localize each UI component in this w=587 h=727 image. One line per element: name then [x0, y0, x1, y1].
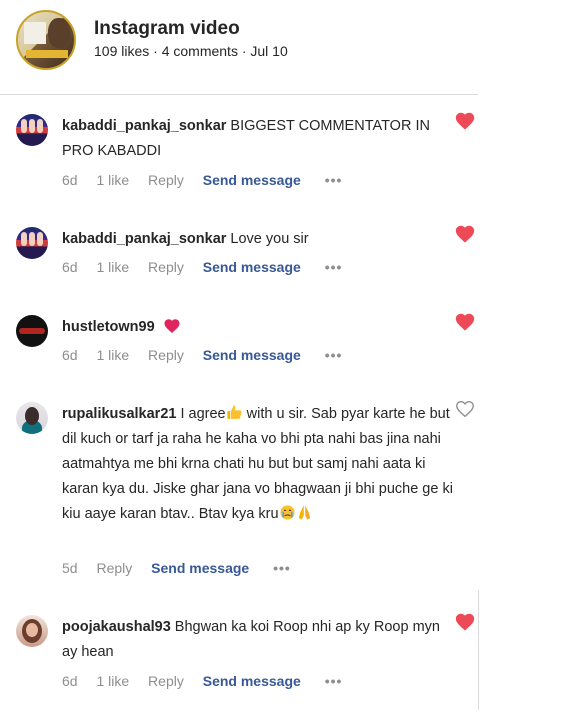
comment-username[interactable]: kabaddi_pankaj_sonkar	[62, 231, 226, 247]
comment-actions: 6d 1 like Reply Send message •••	[62, 172, 357, 188]
comment-body: kabaddi_pankaj_sonkar Love you sir	[62, 227, 454, 252]
more-icon[interactable]: •••	[325, 259, 343, 275]
comment-time: 6d	[62, 673, 78, 689]
send-message-button[interactable]: Send message	[203, 172, 301, 188]
comment-time: 6d	[62, 347, 78, 363]
avatar[interactable]	[16, 227, 48, 259]
post-meta: 109 likes · 4 comments · Jul 10	[94, 43, 288, 59]
folded-hands-emoji-icon	[298, 505, 310, 520]
comment-username[interactable]: hustletown99	[62, 319, 155, 335]
like-count[interactable]: 1 like	[96, 673, 129, 689]
heart-outline-icon[interactable]	[454, 398, 476, 420]
heart-icon[interactable]	[454, 611, 476, 633]
reply-button[interactable]: Reply	[148, 259, 184, 275]
reply-button[interactable]: Reply	[148, 172, 184, 188]
more-icon[interactable]: •••	[325, 172, 343, 188]
panel-edge	[478, 590, 479, 710]
post-avatar[interactable]	[16, 10, 76, 70]
like-count[interactable]: 1 like	[96, 172, 129, 188]
comment-time: 6d	[62, 259, 78, 275]
comment-actions: 6d 1 like Reply Send message •••	[62, 347, 357, 363]
crying-face-emoji-icon	[279, 505, 295, 520]
comment-body: rupalikusalkar21 I agree with u sir. Sab …	[62, 402, 454, 527]
send-message-button[interactable]: Send message	[203, 259, 301, 275]
comment-time: 5d	[62, 560, 78, 576]
more-icon[interactable]: •••	[325, 347, 343, 363]
comment-username[interactable]: kabaddi_pankaj_sonkar	[62, 118, 226, 134]
comment-actions: 6d 1 like Reply Send message •••	[62, 259, 357, 275]
avatar[interactable]	[16, 402, 48, 434]
more-icon[interactable]: •••	[325, 673, 343, 689]
more-icon[interactable]: •••	[273, 560, 291, 576]
reply-button[interactable]: Reply	[148, 347, 184, 363]
avatar[interactable]	[16, 315, 48, 347]
heart-icon[interactable]	[454, 311, 476, 333]
red-heart-emoji-icon	[164, 319, 180, 333]
like-count[interactable]: 1 like	[96, 347, 129, 363]
comment-body: kabaddi_pankaj_sonkar BIGGEST COMMENTATOR…	[62, 114, 454, 164]
reply-button[interactable]: Reply	[148, 673, 184, 689]
comment-username[interactable]: poojakaushal93	[62, 619, 171, 635]
send-message-button[interactable]: Send message	[203, 673, 301, 689]
comment-time: 6d	[62, 172, 78, 188]
avatar[interactable]	[16, 114, 48, 146]
post-title[interactable]: Instagram video	[94, 18, 240, 40]
divider	[0, 94, 478, 95]
thumbs-up-emoji-icon	[227, 405, 242, 419]
reply-button[interactable]: Reply	[96, 560, 132, 576]
comment-text: Love you sir	[230, 231, 309, 247]
avatar[interactable]	[16, 615, 48, 647]
send-message-button[interactable]: Send message	[151, 560, 249, 576]
like-count[interactable]: 1 like	[96, 259, 129, 275]
comment-actions: 5d Reply Send message •••	[62, 560, 306, 576]
comment-text: I agree	[180, 406, 226, 422]
comment-text: with u sir. Sab pyar karte he but dil ku…	[62, 406, 453, 522]
heart-icon[interactable]	[454, 110, 476, 132]
post-header: Instagram video 109 likes · 4 comments ·…	[16, 8, 486, 88]
send-message-button[interactable]: Send message	[203, 347, 301, 363]
comment-username[interactable]: rupalikusalkar21	[62, 406, 176, 422]
comment-body: hustletown99	[62, 315, 454, 340]
comment-body: poojakaushal93 Bhgwan ka koi Roop nhi ap …	[62, 615, 454, 665]
heart-icon[interactable]	[454, 223, 476, 245]
comment-actions: 6d 1 like Reply Send message •••	[62, 673, 357, 689]
